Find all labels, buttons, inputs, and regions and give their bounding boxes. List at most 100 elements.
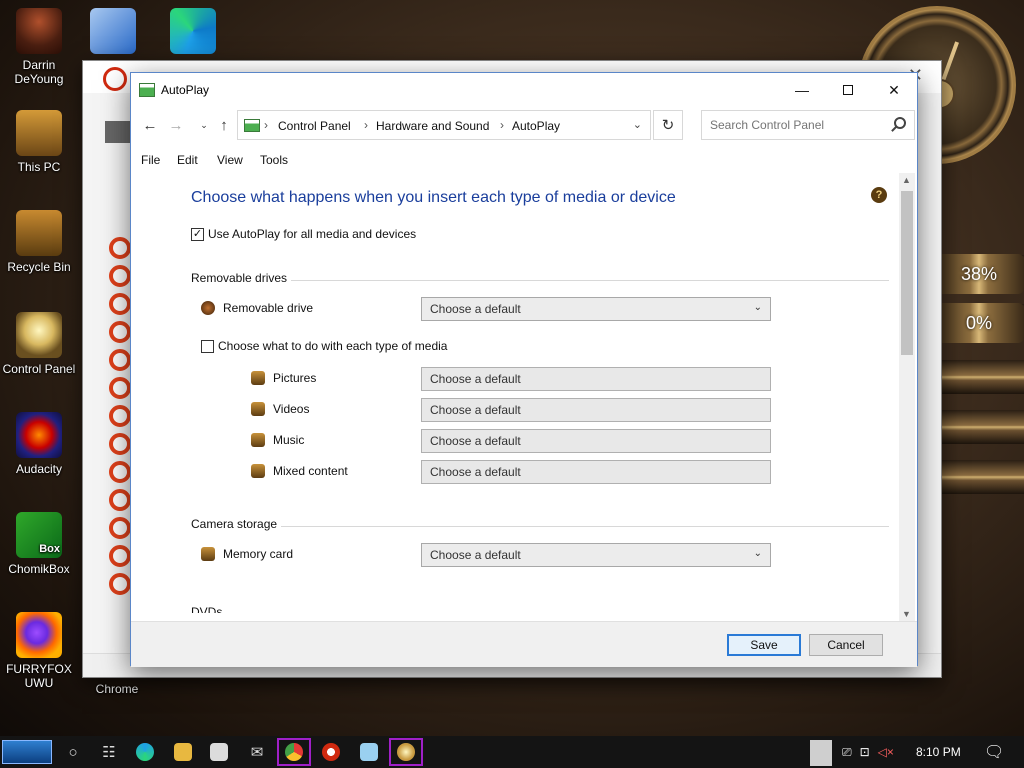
file-explorer-icon[interactable] bbox=[166, 738, 200, 766]
pictures-select[interactable]: Choose a default bbox=[421, 367, 771, 391]
desktop-icon-chrome[interactable]: Chrome bbox=[78, 682, 156, 696]
desktop-icon-furryfox[interactable]: FURRYFOX UWU bbox=[0, 612, 78, 690]
desktop-icon-control-panel[interactable]: Control Panel bbox=[0, 312, 78, 376]
desktop-icon-darrin[interactable]: Darrin DeYoung bbox=[0, 8, 78, 86]
start-button[interactable] bbox=[2, 740, 52, 764]
store-icon[interactable] bbox=[202, 738, 236, 766]
forward-button[interactable]: → bbox=[165, 114, 187, 136]
scroll-thumb[interactable] bbox=[901, 191, 913, 355]
volume-muted-icon[interactable]: ◁× bbox=[878, 745, 894, 759]
close-button[interactable]: ✕ bbox=[871, 73, 917, 107]
computer-icon bbox=[16, 110, 62, 156]
scroll-up-icon[interactable]: ▲ bbox=[902, 175, 911, 185]
notepad-taskbar-icon[interactable] bbox=[352, 738, 386, 766]
network-icon[interactable]: ⊡ bbox=[860, 745, 870, 759]
chevron-down-icon[interactable]: ⌄ bbox=[633, 118, 642, 131]
edge-taskbar-icon[interactable] bbox=[128, 738, 162, 766]
menu-file[interactable]: File bbox=[141, 153, 160, 167]
ram-meter: 0% bbox=[934, 303, 1024, 343]
memory-card-select[interactable]: Choose a default ⌄ bbox=[421, 543, 771, 567]
notifications-icon[interactable]: 🗨 bbox=[984, 736, 1004, 768]
firefox-icon bbox=[16, 612, 62, 658]
desktop-icon-edge[interactable] bbox=[154, 8, 232, 58]
desktop-icon-recycle-bin[interactable]: Recycle Bin bbox=[0, 210, 78, 274]
section-removable-drives: Removable drives bbox=[191, 271, 288, 285]
task-view-icon[interactable]: ☷ bbox=[92, 738, 126, 766]
search-circle-icon[interactable]: ○ bbox=[56, 738, 90, 766]
app-icon bbox=[103, 67, 127, 91]
app-taskbar-icon[interactable] bbox=[314, 738, 348, 766]
search-icon[interactable] bbox=[894, 117, 906, 129]
navigation-bar: ← → ⌄ ↑ › Control Panel › Hardware and S… bbox=[131, 107, 917, 143]
desktop-icon-audacity[interactable]: Audacity bbox=[0, 412, 78, 476]
pictures-icon bbox=[251, 371, 265, 385]
use-autoplay-checkbox[interactable]: ✓ Use AutoPlay for all media and devices bbox=[191, 227, 416, 241]
menu-edit[interactable]: Edit bbox=[177, 153, 198, 167]
breadcrumb-hardware-and-sound[interactable]: Hardware and Sound bbox=[376, 119, 489, 133]
control-panel-icon bbox=[139, 83, 155, 97]
address-bar[interactable]: › Control Panel › Hardware and Sound › A… bbox=[237, 110, 651, 140]
videos-icon bbox=[251, 402, 265, 416]
mail-icon[interactable]: ✉ bbox=[240, 738, 274, 766]
tablet-icon[interactable]: ⎚ bbox=[842, 745, 852, 760]
usb-drive-icon bbox=[201, 301, 215, 315]
lightbulb-icon bbox=[16, 312, 62, 358]
desktop-icon-chomikbox[interactable]: Box ChomikBox bbox=[0, 512, 78, 576]
audacity-icon bbox=[16, 412, 62, 458]
user-folder-icon bbox=[16, 8, 62, 54]
maximize-button[interactable] bbox=[825, 73, 871, 107]
tray-icons[interactable]: ⎚ ⊡ ◁× bbox=[842, 736, 900, 768]
menu-tools[interactable]: Tools bbox=[260, 153, 288, 167]
autoplay-window[interactable]: AutoPlay — ✕ ← → ⌄ ↑ › Control Panel › H… bbox=[130, 72, 918, 667]
recent-locations-button[interactable]: ⌄ bbox=[193, 114, 215, 136]
window-title: AutoPlay bbox=[161, 83, 210, 97]
title-bar: AutoPlay — ✕ bbox=[131, 73, 917, 107]
chevron-right-icon: › bbox=[500, 118, 504, 132]
music-icon bbox=[251, 433, 265, 447]
breadcrumb-autoplay[interactable]: AutoPlay bbox=[512, 119, 560, 133]
chevron-right-icon: › bbox=[264, 118, 268, 132]
section-camera-storage: Camera storage bbox=[191, 517, 278, 531]
music-select[interactable]: Choose a default bbox=[421, 429, 771, 453]
clock[interactable]: 8:10 PM bbox=[916, 736, 961, 768]
scroll-down-icon[interactable]: ▼ bbox=[902, 609, 911, 619]
search-box[interactable] bbox=[701, 110, 915, 140]
section-dvds: DVDs bbox=[191, 605, 223, 613]
show-hidden-area[interactable] bbox=[810, 740, 832, 766]
file-tab bbox=[105, 121, 133, 143]
chevron-down-icon: ⌄ bbox=[753, 548, 762, 559]
toggle-column bbox=[109, 237, 131, 601]
checkbox-box[interactable]: ✓ bbox=[191, 227, 204, 241]
vertical-scrollbar[interactable]: ▲ ▼ bbox=[899, 173, 915, 621]
pictures-label: Pictures bbox=[251, 371, 316, 385]
menu-view[interactable]: View bbox=[217, 153, 243, 167]
chomikbox-icon: Box bbox=[16, 512, 62, 558]
mixed-content-select[interactable]: Choose a default bbox=[421, 460, 771, 484]
chevron-down-icon: ⌄ bbox=[753, 302, 762, 313]
removable-drive-select[interactable]: Choose a default ⌄ bbox=[421, 297, 771, 321]
search-input[interactable] bbox=[708, 116, 884, 134]
music-label: Music bbox=[251, 433, 304, 447]
chrome-taskbar-icon[interactable] bbox=[277, 738, 311, 766]
control-panel-taskbar-icon[interactable] bbox=[389, 738, 423, 766]
desktop-icon-this-pc[interactable]: This PC bbox=[0, 110, 78, 174]
refresh-button[interactable]: ↻ bbox=[653, 110, 683, 140]
chevron-right-icon: › bbox=[364, 118, 368, 132]
help-icon[interactable]: ? bbox=[871, 187, 887, 203]
videos-select[interactable]: Choose a default bbox=[421, 398, 771, 422]
virtualbox-icon bbox=[90, 8, 136, 54]
mixed-content-icon bbox=[251, 464, 265, 478]
back-button[interactable]: ← bbox=[139, 114, 161, 136]
minimize-button[interactable]: — bbox=[779, 73, 825, 107]
breadcrumb-control-panel[interactable]: Control Panel bbox=[278, 119, 351, 133]
up-button[interactable]: ↑ bbox=[213, 114, 235, 136]
each-media-type-checkbox[interactable]: Choose what to do with each type of medi… bbox=[201, 339, 447, 353]
cancel-button[interactable]: Cancel bbox=[809, 634, 883, 656]
mixed-content-label: Mixed content bbox=[251, 464, 348, 478]
edge-icon bbox=[170, 8, 216, 54]
menu-bar: File Edit View Tools bbox=[131, 147, 917, 173]
content-area: Choose what happens when you insert each… bbox=[131, 173, 901, 613]
desktop-icon-virtualbox[interactable] bbox=[74, 8, 152, 58]
checkbox-box[interactable] bbox=[201, 339, 214, 353]
save-button[interactable]: Save bbox=[727, 634, 801, 656]
